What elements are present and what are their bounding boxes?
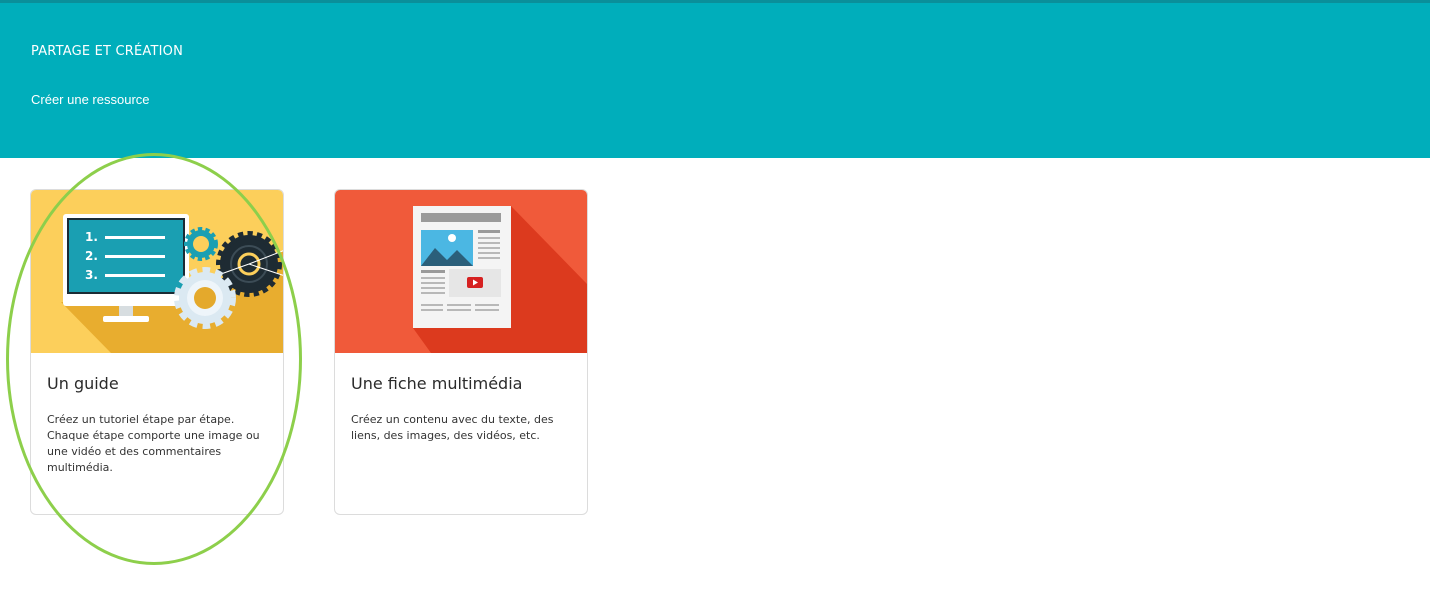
page-subtitle: Créer une ressource	[31, 92, 150, 107]
monitor-gears-illustration: 1. 2. 3.	[31, 190, 283, 353]
list-number-3: 3.	[85, 268, 98, 282]
list-number-2: 2.	[85, 249, 98, 263]
youtube-icon	[467, 277, 483, 288]
page-header: PARTAGE ET CRÉATION Créer une ressource	[0, 0, 1430, 158]
section-title: PARTAGE ET CRÉATION	[31, 44, 184, 59]
list-number-1: 1.	[85, 230, 98, 244]
card-guide[interactable]: 1. 2. 3. Un guide Créez un tutoriel étap…	[30, 189, 284, 515]
card-title: Un guide	[47, 374, 119, 393]
card-fiche-multimedia[interactable]: Une fiche multimédia Créez un contenu av…	[334, 189, 588, 515]
small-gear-icon	[184, 227, 218, 261]
card-description: Créez un tutoriel étape par étape. Chaqu…	[47, 413, 260, 474]
document-media-illustration	[335, 190, 587, 353]
card-title: Une fiche multimédia	[351, 374, 523, 393]
card-description: Créez un contenu avec du texte, des lien…	[351, 413, 554, 442]
light-gear-icon	[174, 267, 236, 329]
